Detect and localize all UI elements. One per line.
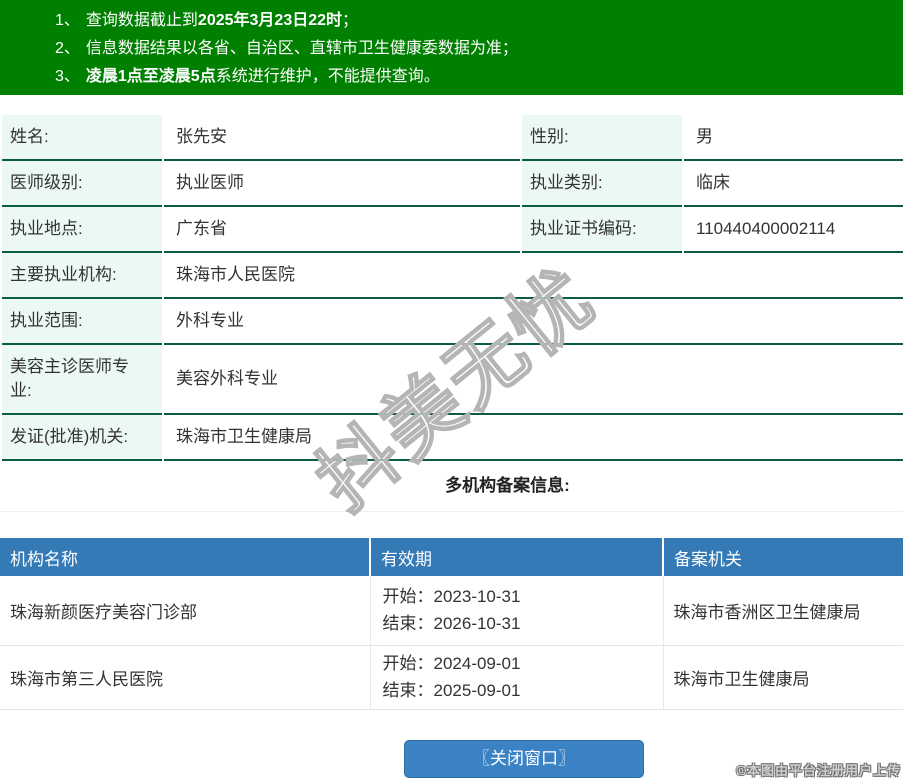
record-authority: 珠海市香洲区卫生健康局 <box>662 576 903 646</box>
doctor-level-label: 医师级别: <box>2 161 162 207</box>
issuing-authority-value: 珠海市卫生健康局 <box>164 415 903 461</box>
record-authority: 珠海市卫生健康局 <box>662 645 903 710</box>
certificate-number-value: 110440400002114 <box>684 207 903 253</box>
name-label: 姓名: <box>2 115 162 161</box>
notice-text: 系统进行维护，不能提供查询。 <box>215 68 440 85</box>
notice-text: 查询数据截止到 <box>85 12 198 29</box>
profile-row-issuing-authority: 发证(批准)机关: 珠海市卫生健康局 <box>2 415 903 461</box>
institution-name-header: 机构名称 <box>0 538 370 576</box>
issuing-authority-label: 发证(批准)机关: <box>2 415 162 461</box>
cosmetic-specialty-label: 美容主诊医师专业: <box>2 345 162 415</box>
notice-text-bold: 2025年3月23日22时 <box>197 12 343 29</box>
record-authority-header: 备案机关 <box>662 538 903 576</box>
table-row: 珠海市第三人民医院 开始：2024-09-01 结束：2025-09-01 珠海… <box>0 645 903 710</box>
validity-end: 结束：2026-10-31 <box>382 614 521 634</box>
notice-banner: 1、 查询数据截止到2025年3月23日22时； 2、 信息数据结果以各省、自治区、… <box>0 0 903 95</box>
profile-row-name-gender: 姓名: 张先安 性别: 男 <box>2 115 903 161</box>
profile-row-cosmetic-specialty: 美容主诊医师专业: 美容外科专业 <box>2 345 903 415</box>
notice-text-bold: 凌晨1点至凌晨5点 <box>85 68 216 85</box>
validity-start: 开始：2024-09-01 <box>382 654 521 673</box>
notice-line-2: 2、 信息数据结果以各省、自治区、直辖市卫生健康委数据为准； <box>55 35 893 63</box>
records-section: 机构名称 有效期 备案机关 珠海新颜医疗美容门诊部 开始：2023-10-31 … <box>0 511 903 710</box>
gender-value: 男 <box>684 115 903 161</box>
notice-text: 信息数据结果以各省、自治区、直辖市卫生健康委数据为准； <box>85 40 518 57</box>
institution-name: 珠海新颜医疗美容门诊部 <box>0 576 370 646</box>
notice-line-3: 3、 凌晨1点至凌晨5点系统进行维护，不能提供查询。 <box>55 63 893 91</box>
records-table: 机构名称 有效期 备案机关 珠海新颜医疗美容门诊部 开始：2023-10-31 … <box>0 538 903 710</box>
doctor-profile-table: 姓名: 张先安 性别: 男 医师级别: 执业医师 执业类别: 临床 执业地点: … <box>0 115 903 461</box>
notice-text: ； <box>342 12 359 29</box>
name-value: 张先安 <box>164 115 520 161</box>
practice-scope-label: 执业范围: <box>2 299 162 345</box>
main-institution-value: 珠海市人民医院 <box>164 253 903 299</box>
validity-period-header: 有效期 <box>369 538 663 576</box>
records-header-row: 机构名称 有效期 备案机关 <box>0 538 903 576</box>
validity-period: 开始：2023-10-31 结束：2026-10-31 <box>369 576 663 646</box>
validity-start: 开始：2023-10-31 <box>382 587 521 607</box>
practice-category-value: 临床 <box>684 161 903 207</box>
profile-row-main-institution: 主要执业机构: 珠海市人民医院 <box>2 253 903 299</box>
profile-row-level-category: 医师级别: 执业医师 执业类别: 临床 <box>2 161 903 207</box>
gender-label: 性别: <box>522 115 682 161</box>
notice-line-1: 1、 查询数据截止到2025年3月23日22时； <box>55 7 893 35</box>
practice-scope-value: 外科专业 <box>164 299 903 345</box>
close-window-button[interactable]: 〖关闭窗口〗 <box>404 739 644 778</box>
cosmetic-specialty-value: 美容外科专业 <box>164 345 903 415</box>
notice-number: 1、 <box>55 12 80 29</box>
notice-number: 3、 <box>55 68 80 85</box>
practice-location-label: 执业地点: <box>2 207 162 253</box>
doctor-level-value: 执业医师 <box>164 161 520 207</box>
practice-category-label: 执业类别: <box>522 161 682 207</box>
profile-row-location-certno: 执业地点: 广东省 执业证书编码: 110440400002114 <box>2 207 903 253</box>
certificate-number-label: 执业证书编码: <box>522 207 682 253</box>
notice-number: 2、 <box>55 40 80 57</box>
validity-end: 结束：2025-09-01 <box>382 681 521 700</box>
main-institution-label: 主要执业机构: <box>2 253 162 299</box>
validity-period: 开始：2024-09-01 结束：2025-09-01 <box>369 645 663 710</box>
practice-location-value: 广东省 <box>164 207 520 253</box>
records-section-title: 多机构备案信息: <box>445 476 570 495</box>
profile-row-practice-scope: 执业范围: 外科专业 <box>2 299 903 345</box>
table-row: 珠海新颜医疗美容门诊部 开始：2023-10-31 结束：2026-10-31 … <box>0 576 903 646</box>
upload-copyright-text: ©本图由平台注册用户上传 <box>736 763 901 778</box>
institution-name: 珠海市第三人民医院 <box>0 645 370 710</box>
